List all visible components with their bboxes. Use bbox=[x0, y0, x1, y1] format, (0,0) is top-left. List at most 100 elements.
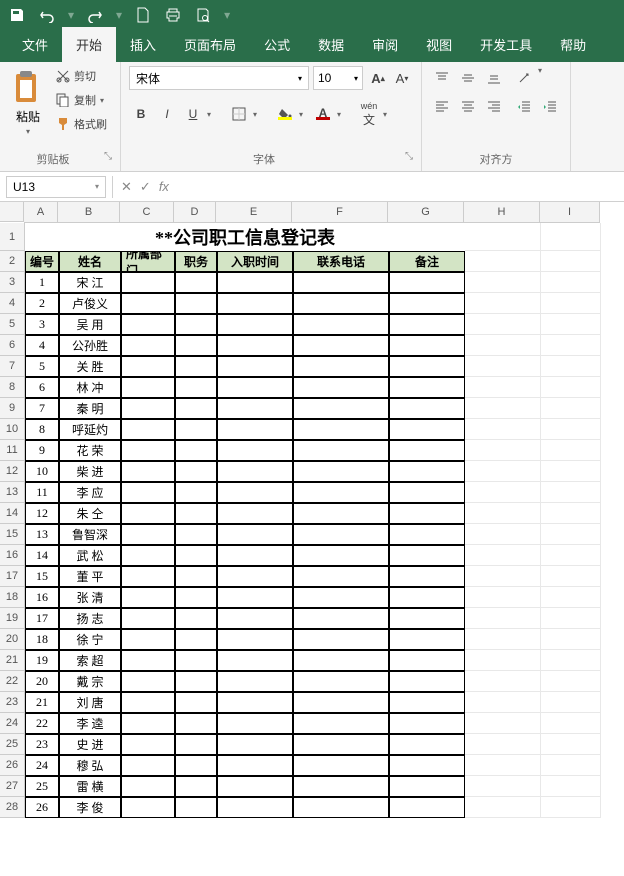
date-cell[interactable] bbox=[217, 587, 293, 608]
position-cell[interactable] bbox=[175, 692, 217, 713]
cell[interactable] bbox=[465, 545, 541, 566]
table-header[interactable]: 编号 bbox=[25, 251, 59, 272]
row-number[interactable]: 5 bbox=[25, 356, 59, 377]
row-number[interactable]: 26 bbox=[25, 797, 59, 818]
phone-cell[interactable] bbox=[293, 461, 389, 482]
cell[interactable] bbox=[541, 797, 601, 818]
date-cell[interactable] bbox=[217, 356, 293, 377]
date-cell[interactable] bbox=[217, 503, 293, 524]
cell[interactable] bbox=[465, 503, 541, 524]
name-cell[interactable]: 李 应 bbox=[59, 482, 121, 503]
name-cell[interactable]: 柴 进 bbox=[59, 461, 121, 482]
cell[interactable] bbox=[541, 587, 601, 608]
cell[interactable] bbox=[541, 251, 601, 272]
date-cell[interactable] bbox=[217, 272, 293, 293]
name-cell[interactable]: 徐 宁 bbox=[59, 629, 121, 650]
position-cell[interactable] bbox=[175, 734, 217, 755]
preview-icon[interactable] bbox=[194, 6, 212, 24]
bold-button[interactable]: B bbox=[129, 102, 153, 126]
print-icon[interactable] bbox=[164, 6, 182, 24]
remark-cell[interactable] bbox=[389, 629, 465, 650]
row-number[interactable]: 12 bbox=[25, 503, 59, 524]
sheet-title[interactable]: **公司职工信息登记表 bbox=[25, 223, 465, 251]
dept-cell[interactable] bbox=[121, 524, 175, 545]
tab-review[interactable]: 审阅 bbox=[358, 27, 412, 62]
row-number[interactable]: 3 bbox=[25, 314, 59, 335]
remark-cell[interactable] bbox=[389, 377, 465, 398]
cell[interactable] bbox=[541, 356, 601, 377]
cell[interactable] bbox=[465, 377, 541, 398]
cell[interactable] bbox=[541, 629, 601, 650]
remark-cell[interactable] bbox=[389, 272, 465, 293]
phone-cell[interactable] bbox=[293, 503, 389, 524]
phone-cell[interactable] bbox=[293, 755, 389, 776]
remark-cell[interactable] bbox=[389, 608, 465, 629]
font-size-select[interactable]: 10▾ bbox=[313, 66, 363, 90]
date-cell[interactable] bbox=[217, 545, 293, 566]
remark-cell[interactable] bbox=[389, 356, 465, 377]
row-header[interactable]: 13 bbox=[0, 482, 24, 503]
decrease-indent-button[interactable] bbox=[512, 94, 536, 118]
font-name-select[interactable]: 宋体▾ bbox=[129, 66, 309, 90]
row-header[interactable]: 20 bbox=[0, 629, 24, 650]
remark-cell[interactable] bbox=[389, 545, 465, 566]
dept-cell[interactable] bbox=[121, 356, 175, 377]
row-header[interactable]: 11 bbox=[0, 440, 24, 461]
cell[interactable] bbox=[465, 223, 541, 251]
position-cell[interactable] bbox=[175, 608, 217, 629]
cell[interactable] bbox=[541, 272, 601, 293]
position-cell[interactable] bbox=[175, 419, 217, 440]
cell[interactable] bbox=[541, 314, 601, 335]
chevron-down-icon[interactable]: ▾ bbox=[100, 96, 110, 105]
row-header[interactable]: 17 bbox=[0, 566, 24, 587]
position-cell[interactable] bbox=[175, 293, 217, 314]
name-cell[interactable]: 董 平 bbox=[59, 566, 121, 587]
qat-dropdown-icon[interactable]: ▾ bbox=[224, 8, 230, 22]
row-number[interactable]: 7 bbox=[25, 398, 59, 419]
row-header[interactable]: 24 bbox=[0, 713, 24, 734]
row-number[interactable]: 17 bbox=[25, 608, 59, 629]
cell[interactable] bbox=[541, 335, 601, 356]
cell[interactable] bbox=[465, 482, 541, 503]
remark-cell[interactable] bbox=[389, 776, 465, 797]
name-cell[interactable]: 戴 宗 bbox=[59, 671, 121, 692]
row-number[interactable]: 23 bbox=[25, 734, 59, 755]
row-header[interactable]: 16 bbox=[0, 545, 24, 566]
phone-cell[interactable] bbox=[293, 356, 389, 377]
align-top-button[interactable] bbox=[430, 66, 454, 90]
remark-cell[interactable] bbox=[389, 734, 465, 755]
remark-cell[interactable] bbox=[389, 524, 465, 545]
remark-cell[interactable] bbox=[389, 398, 465, 419]
position-cell[interactable] bbox=[175, 503, 217, 524]
date-cell[interactable] bbox=[217, 314, 293, 335]
column-header[interactable]: I bbox=[540, 202, 600, 222]
dept-cell[interactable] bbox=[121, 293, 175, 314]
row-number[interactable]: 9 bbox=[25, 440, 59, 461]
date-cell[interactable] bbox=[217, 734, 293, 755]
cell[interactable] bbox=[541, 566, 601, 587]
cell[interactable] bbox=[541, 482, 601, 503]
name-cell[interactable]: 雷 横 bbox=[59, 776, 121, 797]
name-cell[interactable]: 刘 唐 bbox=[59, 692, 121, 713]
dept-cell[interactable] bbox=[121, 713, 175, 734]
orientation-button[interactable] bbox=[512, 66, 536, 90]
remark-cell[interactable] bbox=[389, 461, 465, 482]
cell[interactable] bbox=[465, 566, 541, 587]
cell[interactable] bbox=[541, 692, 601, 713]
row-number[interactable]: 10 bbox=[25, 461, 59, 482]
cell[interactable] bbox=[541, 223, 601, 251]
dept-cell[interactable] bbox=[121, 335, 175, 356]
date-cell[interactable] bbox=[217, 335, 293, 356]
align-bottom-button[interactable] bbox=[482, 66, 506, 90]
position-cell[interactable] bbox=[175, 587, 217, 608]
row-number[interactable]: 24 bbox=[25, 755, 59, 776]
phone-cell[interactable] bbox=[293, 398, 389, 419]
name-cell[interactable]: 朱 仝 bbox=[59, 503, 121, 524]
dept-cell[interactable] bbox=[121, 503, 175, 524]
tab-developer[interactable]: 开发工具 bbox=[466, 27, 546, 62]
phone-cell[interactable] bbox=[293, 776, 389, 797]
cell[interactable] bbox=[541, 755, 601, 776]
phone-cell[interactable] bbox=[293, 587, 389, 608]
date-cell[interactable] bbox=[217, 440, 293, 461]
confirm-formula-icon[interactable]: ✓ bbox=[140, 179, 151, 195]
